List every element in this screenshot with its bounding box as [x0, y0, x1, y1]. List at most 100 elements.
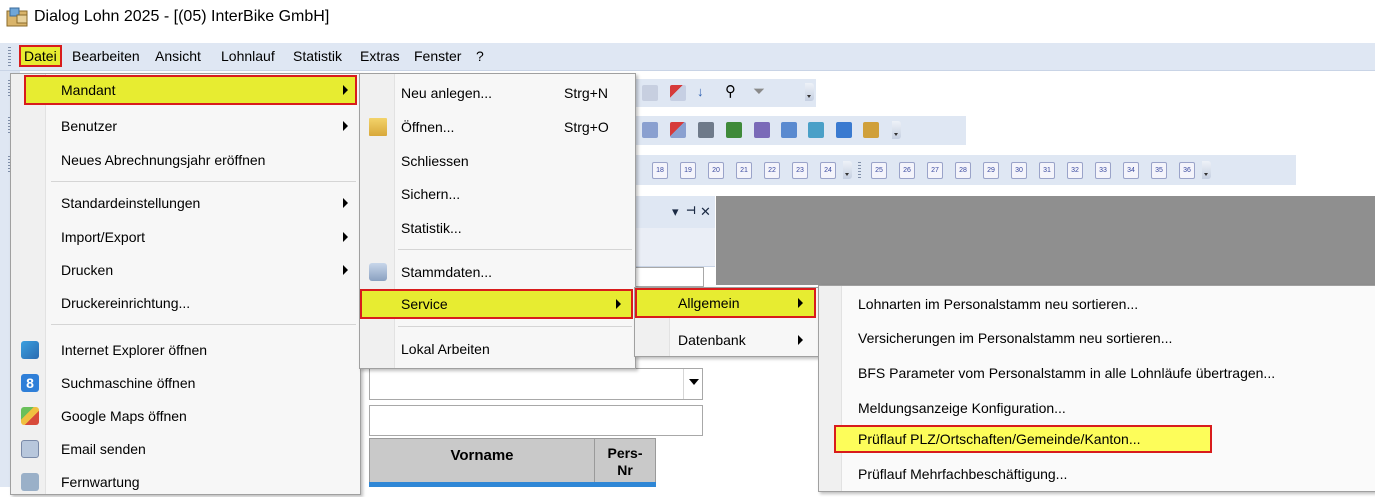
day-button-25[interactable]: 25 — [871, 162, 887, 179]
transfer-icon[interactable] — [836, 122, 852, 138]
grid-header-vorname[interactable]: Vorname — [369, 438, 595, 486]
menu-item-lokal-arbeiten-label: Lokal Arbeiten — [401, 341, 490, 357]
users-icon[interactable] — [754, 122, 770, 138]
search-engine-icon: 8 — [21, 374, 39, 392]
day-button-29[interactable]: 29 — [983, 162, 999, 179]
menu-item-lohnarten-sortieren[interactable]: Lohnarten im Personalstamm neu sortieren… — [858, 296, 1138, 312]
menu-bearbeiten[interactable]: Bearbeiten — [68, 46, 144, 66]
day-button-27[interactable]: 27 — [927, 162, 943, 179]
panel-dropdown-arrow-icon[interactable] — [683, 369, 702, 399]
tree-icon[interactable] — [726, 122, 742, 138]
day-button-23[interactable]: 23 — [792, 162, 808, 179]
menu-item-oeffnen[interactable]: Öffnen... Strg+O — [362, 112, 632, 142]
panel-subheader — [635, 228, 715, 267]
menu-item-bfs-parameter[interactable]: BFS Parameter vom Personalstamm in alle … — [858, 365, 1275, 381]
menu-item-statistik[interactable]: Statistik... — [362, 213, 632, 243]
pin-icon[interactable]: ⊣ — [686, 204, 696, 217]
day-button-19[interactable]: 19 — [680, 162, 696, 179]
menu-item-sichern[interactable]: Sichern... — [362, 179, 632, 209]
menu-item-stammdaten[interactable]: Stammdaten... — [362, 257, 632, 287]
toolbar-overflow-1[interactable] — [805, 83, 814, 101]
toolbar-overflow-3[interactable] — [843, 161, 852, 179]
menu-item-fernwartung-label: Fernwartung — [61, 474, 140, 490]
menu-item-prueflauf-plz[interactable]: Prüflauf PLZ/Ortschaften/Gemeinde/Kanton… — [858, 431, 1140, 447]
toolbar-overflow-4[interactable] — [1202, 161, 1211, 179]
menu-item-service[interactable]: Service — [360, 289, 633, 319]
day-button-22[interactable]: 22 — [764, 162, 780, 179]
menu-item-suchmaschine[interactable]: 8 Suchmaschine öffnen — [21, 368, 357, 398]
menu-item-neues-abrechnungsjahr[interactable]: Neues Abrechnungsjahr eröffnen — [24, 145, 357, 175]
export-icon[interactable] — [863, 122, 879, 138]
menu-item-meldungsanzeige[interactable]: Meldungsanzeige Konfiguration... — [858, 400, 1066, 416]
menu-lohnlauf[interactable]: Lohnlauf — [217, 46, 279, 66]
day-button-36[interactable]: 36 — [1179, 162, 1195, 179]
day-button-20[interactable]: 20 — [708, 162, 724, 179]
toolbar-row-3: 18 19 20 21 22 23 24 25 26 27 28 29 30 3… — [636, 155, 1296, 185]
menu-item-schliessen[interactable]: Schliessen — [362, 146, 632, 176]
submenu-arrow-icon — [343, 85, 348, 95]
menu-item-drucken[interactable]: Drucken — [24, 255, 357, 285]
panel-close-icon[interactable]: ✕ — [700, 204, 711, 220]
menu-item-google-maps[interactable]: Google Maps öffnen — [21, 401, 357, 431]
printer-icon[interactable] — [698, 122, 714, 138]
menu-item-versicherungen-sortieren[interactable]: Versicherungen im Personalstamm neu sort… — [858, 330, 1172, 346]
delete-table-icon[interactable] — [670, 85, 686, 101]
filter-icon[interactable]: ⏷ — [753, 84, 769, 100]
submenu-arrow-icon — [343, 121, 348, 131]
day-button-30[interactable]: 30 — [1011, 162, 1027, 179]
menu-item-benutzer[interactable]: Benutzer — [24, 111, 357, 141]
email-icon — [21, 440, 39, 458]
grid-selected-row[interactable] — [369, 482, 656, 487]
menu-fenster[interactable]: Fenster — [410, 46, 465, 66]
day-button-32[interactable]: 32 — [1067, 162, 1083, 179]
day-button-26[interactable]: 26 — [899, 162, 915, 179]
delete-calc-icon[interactable] — [670, 122, 686, 138]
menu-item-drucken-label: Drucken — [61, 262, 114, 278]
menu-item-datenbank[interactable]: Datenbank — [635, 325, 816, 355]
menu-extras[interactable]: Extras — [356, 46, 404, 66]
day-button-34[interactable]: 34 — [1123, 162, 1139, 179]
sort-ascending-icon[interactable]: ↓ — [697, 84, 713, 100]
open-folder-icon — [369, 118, 387, 136]
menu-item-internet-explorer[interactable]: Internet Explorer öffnen — [21, 335, 357, 365]
menu-item-standardeinstellungen[interactable]: Standardeinstellungen — [24, 188, 357, 218]
menu-item-neu-anlegen[interactable]: Neu anlegen... Strg+N — [362, 78, 632, 108]
panel-text-field[interactable] — [369, 405, 703, 436]
menu-item-mandant[interactable]: Mandant — [24, 75, 357, 105]
day-button-31[interactable]: 31 — [1039, 162, 1055, 179]
menu-item-email-senden-label: Email senden — [61, 441, 146, 457]
menu-help[interactable]: ? — [472, 46, 488, 66]
menu-item-lokal-arbeiten[interactable]: Lokal Arbeiten — [362, 334, 632, 364]
menu-item-druckereinrichtung[interactable]: Druckereinrichtung... — [24, 288, 357, 318]
menu-item-allgemein-label: Allgemein — [678, 295, 740, 311]
menu-item-prueflauf-mehrfach[interactable]: Prüflauf Mehrfachbeschäftigung... — [858, 466, 1067, 482]
table-icon[interactable] — [642, 85, 658, 101]
menubar-grip[interactable] — [8, 47, 11, 66]
menu-statistik[interactable]: Statistik — [289, 46, 346, 66]
menu-item-fernwartung[interactable]: Fernwartung — [21, 467, 357, 497]
binoculars-icon[interactable]: ⚲ — [725, 84, 741, 100]
day-button-28[interactable]: 28 — [955, 162, 971, 179]
day-button-35[interactable]: 35 — [1151, 162, 1167, 179]
panel-combo-top[interactable] — [634, 267, 704, 287]
toolbar-overflow-2[interactable] — [892, 121, 901, 139]
day-button-21[interactable]: 21 — [736, 162, 752, 179]
toolbar-grip-4[interactable] — [858, 162, 861, 178]
menu-item-import-export[interactable]: Import/Export — [24, 222, 357, 252]
day-button-33[interactable]: 33 — [1095, 162, 1111, 179]
menu-datei[interactable]: Datei — [19, 45, 62, 67]
day-button-18[interactable]: 18 — [652, 162, 668, 179]
panel-dropdown[interactable] — [369, 368, 703, 400]
menu-item-druckereinrichtung-label: Druckereinrichtung... — [61, 295, 191, 311]
refresh-icon[interactable] — [808, 122, 824, 138]
calculator-icon[interactable] — [642, 122, 658, 138]
menu-item-allgemein[interactable]: Allgemein — [635, 288, 816, 318]
menu-ansicht[interactable]: Ansicht — [151, 46, 205, 66]
copy-icon[interactable] — [781, 122, 797, 138]
menu-item-benutzer-label: Benutzer — [61, 118, 118, 134]
panel-dropdown-icon[interactable]: ▾ — [672, 204, 679, 220]
title-bar: Dialog Lohn 2025 - [(05) InterBike GmbH] — [0, 0, 1375, 38]
menu-item-email-senden[interactable]: Email senden — [21, 434, 357, 464]
day-button-24[interactable]: 24 — [820, 162, 836, 179]
grid-header-persnr[interactable]: Pers- Nr — [594, 438, 656, 487]
